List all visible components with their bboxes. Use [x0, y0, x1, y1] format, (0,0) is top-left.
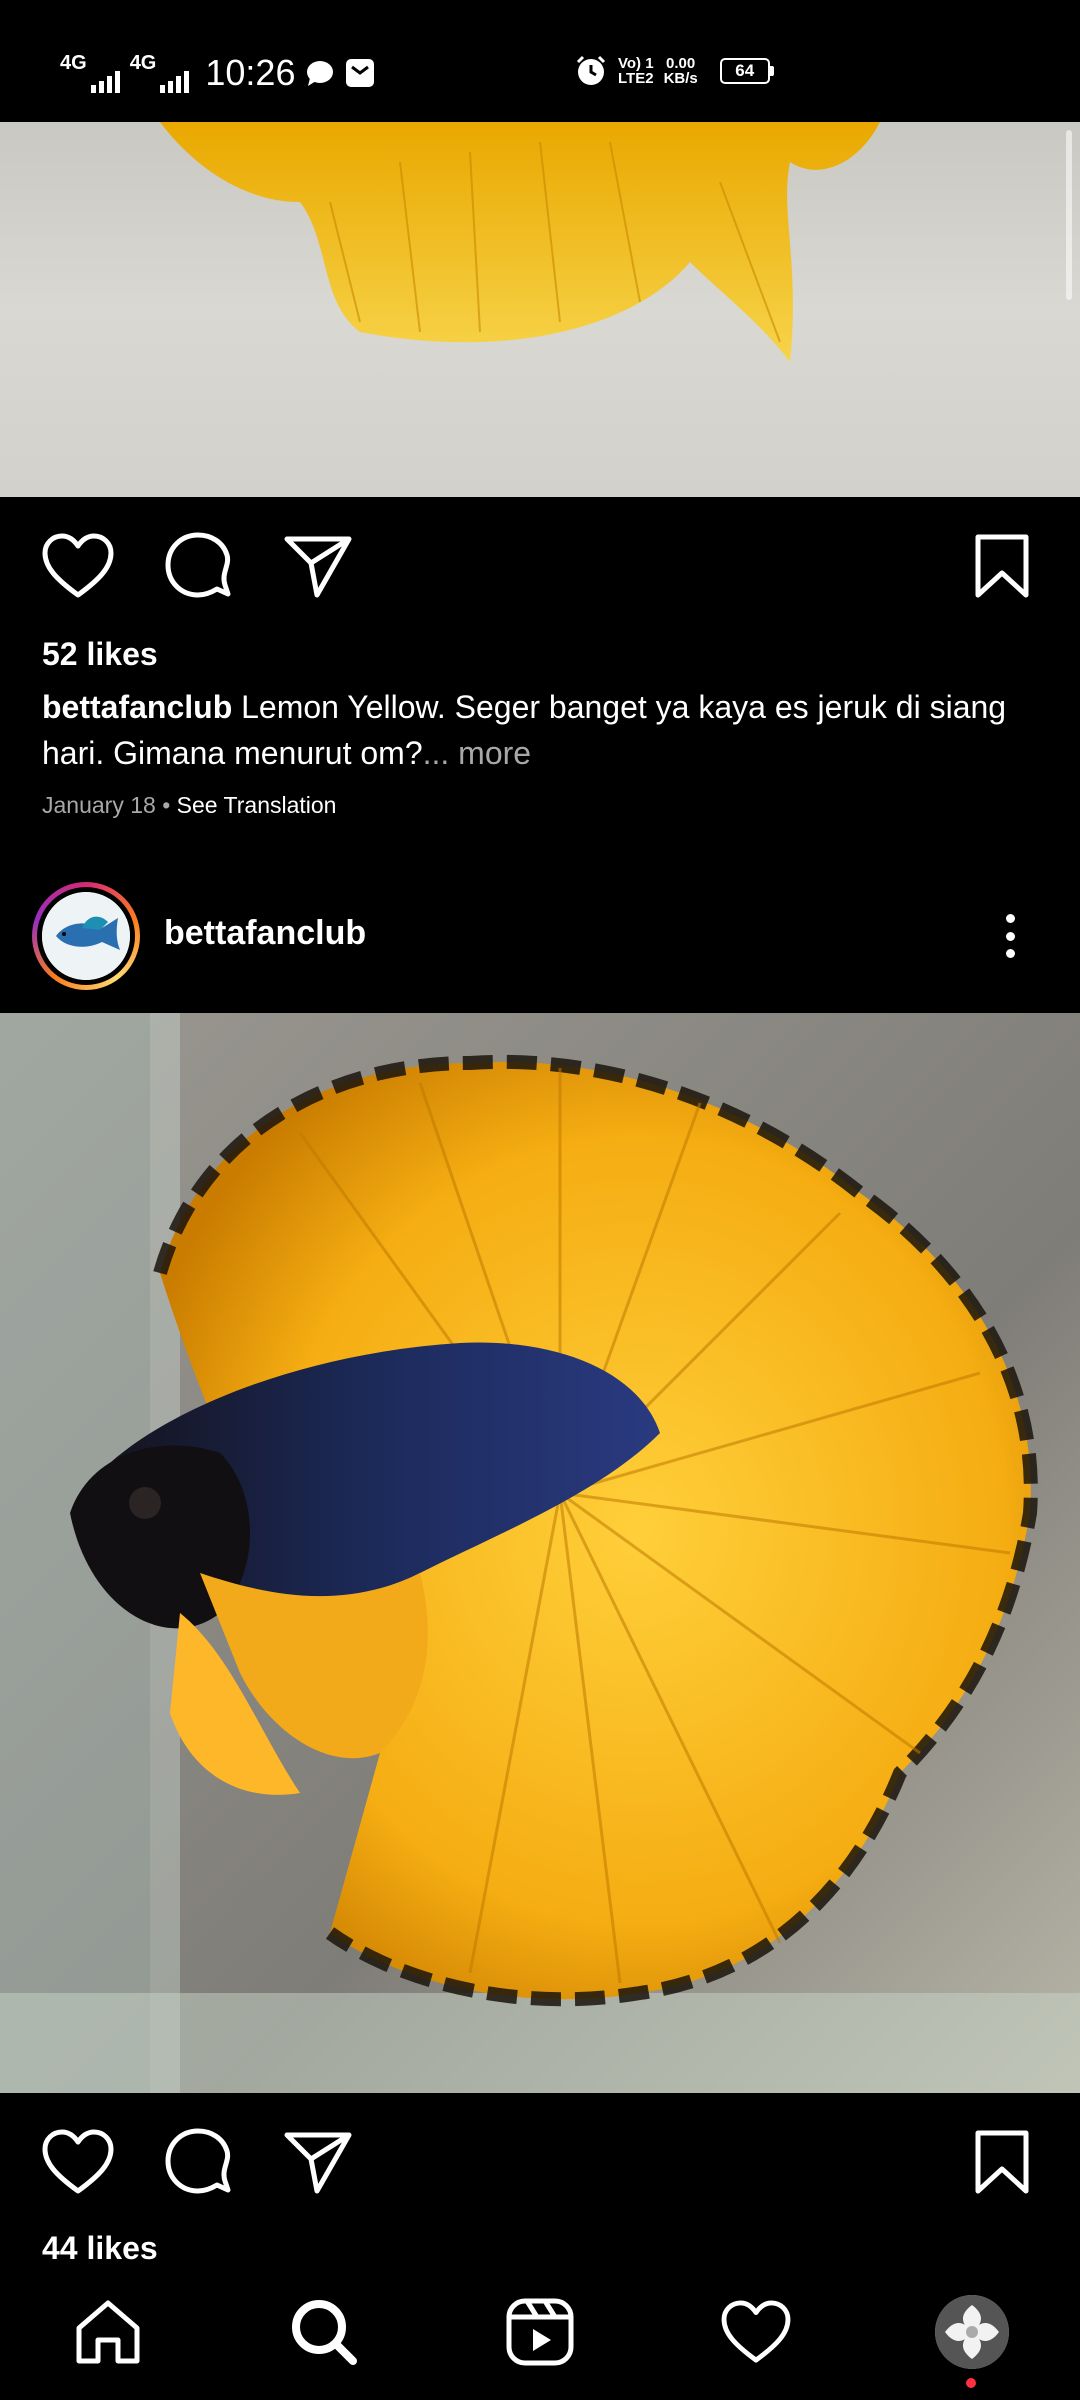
save-button[interactable]: [964, 2124, 1040, 2200]
save-button[interactable]: [964, 528, 1040, 604]
caption-username[interactable]: bettafanclub: [42, 689, 232, 725]
comment-icon: [165, 532, 231, 598]
notification-dot: [966, 2378, 976, 2388]
nav-profile[interactable]: [932, 2292, 1012, 2372]
heart-icon: [42, 2129, 114, 2194]
signal-icon: [160, 69, 190, 93]
reels-icon: [506, 2298, 574, 2366]
scrollbar[interactable]: [1066, 130, 1072, 300]
bottom-navigation: [0, 2270, 1080, 2400]
share-icon: [284, 536, 352, 598]
separator: •: [155, 792, 177, 818]
nav-reels[interactable]: [500, 2292, 580, 2372]
profile-avatar: [935, 2295, 1009, 2369]
network-type-1: 4G: [60, 52, 87, 74]
nav-home[interactable]: [68, 2292, 148, 2372]
heart-icon: [42, 533, 114, 598]
alarm-icon: [576, 55, 606, 85]
comment-button[interactable]: [160, 2124, 236, 2200]
home-icon: [76, 2300, 140, 2364]
story-ring[interactable]: [32, 882, 140, 990]
more-options-icon[interactable]: [990, 908, 1030, 964]
more-link[interactable]: ... more: [423, 735, 531, 771]
see-translation-link[interactable]: See Translation: [177, 792, 337, 818]
post-image[interactable]: [0, 122, 1080, 497]
post-meta: January 18 • See Translation: [42, 792, 336, 819]
network-type-2: 4G: [129, 52, 157, 74]
volte-indicator: Vo) 1 LTE2: [618, 55, 654, 87]
status-bar: 4G 4G 10:26 Vo) 1 LTE2 0.00 KB/s 64: [0, 0, 1080, 122]
share-button[interactable]: [280, 2124, 356, 2200]
fish-fin-image: [160, 122, 880, 362]
post-date: January 18: [42, 792, 156, 818]
like-button[interactable]: [40, 528, 116, 604]
bookmark-icon: [975, 534, 1029, 598]
post-username[interactable]: bettafanclub: [164, 914, 366, 953]
post-actions: [0, 2124, 1080, 2214]
signal-2: 4G: [130, 53, 190, 93]
network-speed: 0.00 KB/s: [663, 55, 698, 87]
nav-activity[interactable]: [716, 2292, 796, 2372]
heart-icon: [721, 2300, 791, 2363]
battery-level: 64: [719, 58, 770, 84]
status-right: Vo) 1 LTE2 0.00 KB/s 64: [574, 54, 774, 88]
post-header: bettafanclub: [0, 880, 1080, 990]
likes-count[interactable]: 52 likes: [42, 636, 158, 673]
message-bubble-icon: [307, 61, 334, 86]
avatar: [42, 892, 130, 980]
search-icon: [292, 2300, 357, 2365]
mail-icon: [346, 59, 375, 87]
battery-icon: 64: [719, 58, 774, 84]
comment-button[interactable]: [160, 528, 236, 604]
like-button[interactable]: [40, 2124, 116, 2200]
post-actions: [0, 528, 1080, 618]
post-caption: bettafanclub Lemon Yellow. Seger banget …: [42, 684, 1042, 776]
bookmark-icon: [975, 2130, 1029, 2194]
comment-icon: [165, 2128, 231, 2194]
clock: 10:26: [205, 52, 296, 93]
nav-search[interactable]: [284, 2292, 364, 2372]
status-left: 4G 4G 10:26: [60, 48, 375, 98]
share-icon: [284, 2132, 352, 2194]
signal-icon: [90, 69, 120, 93]
post-image[interactable]: [0, 1013, 1080, 2093]
likes-count[interactable]: 44 likes: [42, 2230, 158, 2267]
signal-1: 4G: [60, 53, 120, 93]
betta-fish-image: [0, 1013, 1080, 2093]
share-button[interactable]: [280, 528, 356, 604]
